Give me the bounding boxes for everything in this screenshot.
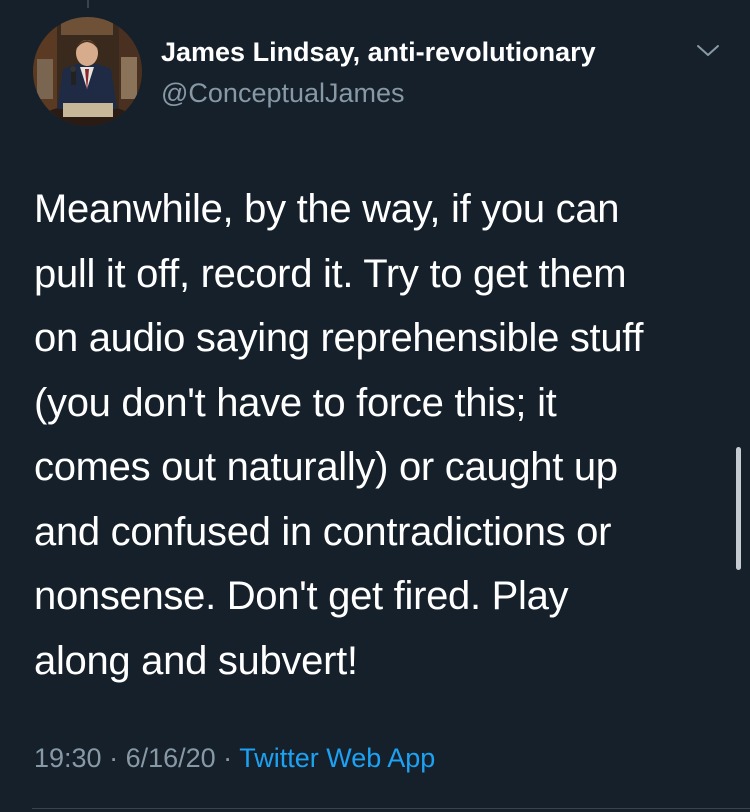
tweet-date[interactable]: 6/16/20	[126, 743, 216, 773]
tweet-metadata: 19:30 · 6/16/20 · Twitter Web App	[34, 741, 435, 775]
tweet-time[interactable]: 19:30	[34, 743, 102, 773]
author-handle[interactable]: @ConceptualJames	[161, 77, 405, 109]
meta-separator: ·	[101, 743, 126, 773]
tweet-menu-button[interactable]	[694, 40, 722, 62]
chevron-down-icon	[697, 45, 719, 56]
meta-separator: ·	[215, 743, 240, 773]
author-avatar[interactable]	[33, 17, 142, 126]
profile-photo-image	[33, 17, 142, 126]
tweet-text: Meanwhile, by the way, if you can pull i…	[34, 187, 644, 683]
divider	[32, 808, 750, 809]
tweet-source-link[interactable]: Twitter Web App	[239, 743, 435, 773]
author-display-name[interactable]: James Lindsay, anti-revolutionary	[161, 35, 596, 69]
scrollbar-thumb[interactable]	[736, 447, 741, 570]
thread-connector-line	[87, 0, 89, 8]
